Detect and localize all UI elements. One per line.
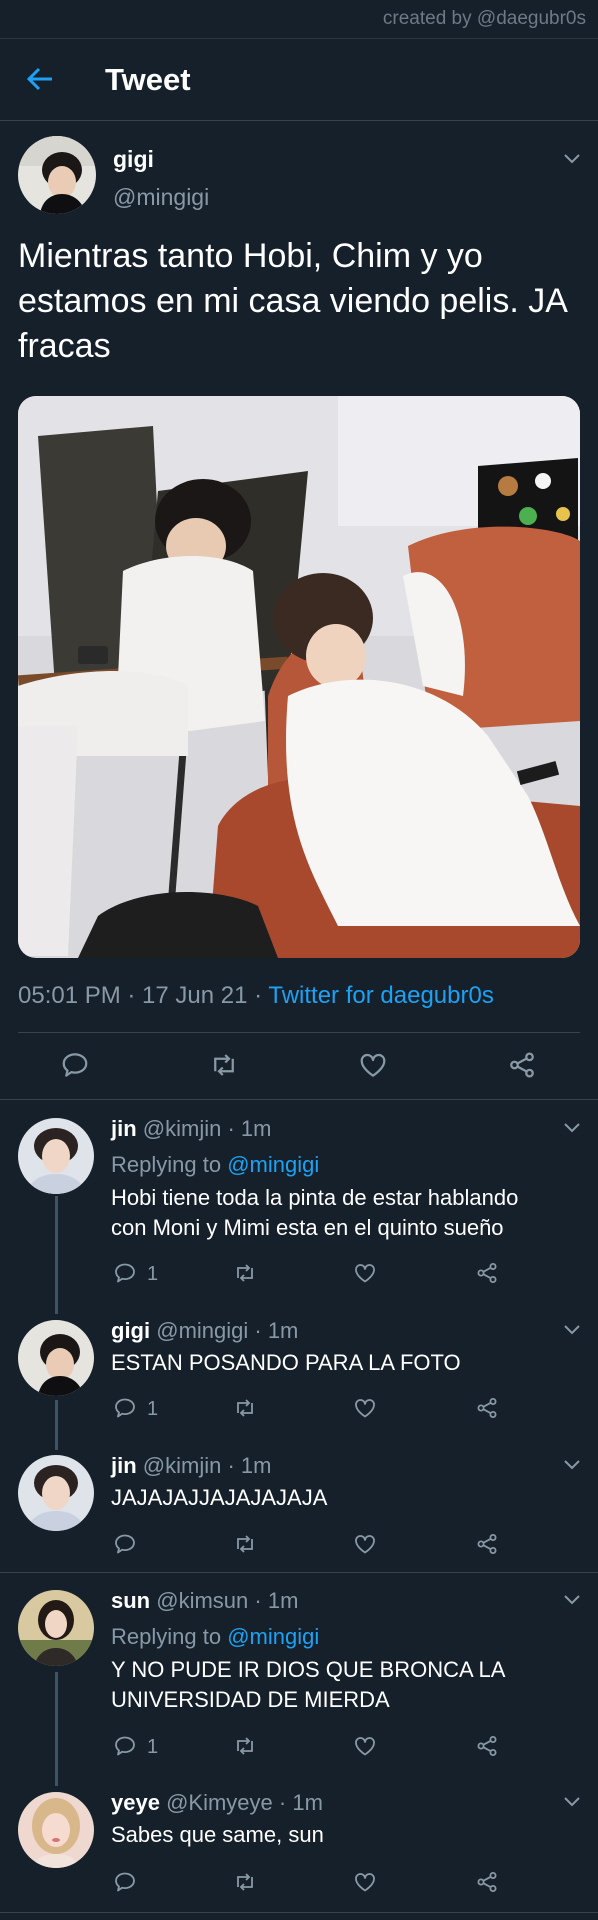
tweet-photo[interactable] (18, 396, 580, 958)
reply-time: · 1m (221, 1116, 272, 1141)
retweet-icon[interactable] (233, 1396, 257, 1420)
heart-icon[interactable] (353, 1734, 377, 1758)
reply-header: yeye @Kimyeye · 1m (111, 1790, 323, 1816)
reply-count: 1 (147, 1736, 159, 1758)
tweet-timestamp: 05:01 PM · 17 Jun 21 · (18, 982, 269, 1009)
author-name[interactable]: gigi (113, 146, 154, 173)
header-title: Tweet (105, 62, 191, 97)
reply-author-name[interactable]: gigi (111, 1318, 150, 1343)
reply-time: · 1m (272, 1790, 323, 1815)
reply-author-handle[interactable]: @kimsun (156, 1588, 248, 1613)
chevron-down-icon[interactable] (563, 1459, 581, 1471)
replying-to-label: Replying to (111, 1624, 228, 1649)
reply-text: Sabes que same, sun (111, 1820, 581, 1850)
chevron-down-icon[interactable] (563, 153, 581, 165)
retweet-icon[interactable] (233, 1532, 257, 1556)
retweet-icon[interactable] (233, 1261, 257, 1285)
reply-text: Y NO PUDE IR DIOS QUE BRONCA LA UNIVERSI… (111, 1655, 581, 1715)
reply-author-name[interactable]: yeye (111, 1790, 160, 1815)
retweet-icon[interactable] (233, 1734, 257, 1758)
replying-to-link[interactable]: @mingigi (227, 1152, 319, 1177)
reply-icon[interactable] (60, 1050, 90, 1080)
reply-text: JAJAJAJJAJAJAJAJA (111, 1483, 581, 1513)
tweet-text: Mientras tanto Hobi, Chim y yo estamos e… (18, 237, 567, 365)
divider (0, 1912, 598, 1913)
heart-icon[interactable] (353, 1532, 377, 1556)
replying-to: Replying to @mingigi (111, 1624, 319, 1650)
chevron-down-icon[interactable] (563, 1324, 581, 1336)
reply-author-name[interactable]: sun (111, 1588, 150, 1613)
reply-icon[interactable] (113, 1261, 137, 1285)
tweet-meta: 05:01 PM · 17 Jun 21 · Twitter for daegu… (18, 982, 494, 1010)
reply-text: Hobi tiene toda la pinta de estar hablan… (111, 1183, 581, 1243)
share-icon[interactable] (475, 1532, 499, 1556)
replying-to-link[interactable]: @mingigi (227, 1624, 319, 1649)
reply-text-line: Sabes que same, sun (111, 1822, 324, 1847)
avatar[interactable] (18, 1118, 94, 1194)
heart-icon[interactable] (353, 1870, 377, 1894)
reply-icon[interactable] (113, 1870, 137, 1894)
thread-line (55, 1196, 58, 1314)
reply-icon[interactable] (113, 1532, 137, 1556)
reply-text-line: ESTAN POSANDO PARA LA FOTO (111, 1350, 461, 1375)
reply-header: jin @kimjin · 1m (111, 1116, 271, 1142)
reply-header: gigi @mingigi · 1m (111, 1318, 298, 1344)
credit-bar: created by @daegubr0s (0, 0, 598, 39)
heart-icon[interactable] (358, 1050, 388, 1080)
retweet-icon[interactable] (233, 1870, 257, 1894)
replying-to-label: Replying to (111, 1152, 228, 1177)
share-icon[interactable] (475, 1734, 499, 1758)
chevron-down-icon[interactable] (563, 1796, 581, 1808)
reply-author-name[interactable]: jin (111, 1116, 137, 1141)
header: Tweet (0, 38, 598, 121)
reply-time: · 1m (248, 1588, 299, 1613)
reply-author-handle[interactable]: @kimjin (143, 1453, 222, 1478)
share-icon[interactable] (507, 1050, 537, 1080)
reply-text-line: Hobi tiene toda la pinta de estar hablan… (111, 1185, 519, 1210)
chevron-down-icon[interactable] (563, 1122, 581, 1134)
replying-to: Replying to @mingigi (111, 1152, 319, 1178)
heart-icon[interactable] (353, 1396, 377, 1420)
share-icon[interactable] (475, 1396, 499, 1420)
share-icon[interactable] (475, 1261, 499, 1285)
thread-line (55, 1400, 58, 1450)
avatar[interactable] (18, 1792, 94, 1868)
reply-text-line: Y NO PUDE IR DIOS QUE BRONCA LA (111, 1657, 506, 1682)
reply-header: sun @kimsun · 1m (111, 1588, 298, 1614)
reply-text: ESTAN POSANDO PARA LA FOTO (111, 1348, 581, 1378)
reply-time: · 1m (221, 1453, 272, 1478)
tweet-source-link[interactable]: Twitter for daegubr0s (268, 982, 493, 1009)
avatar[interactable] (18, 136, 96, 214)
reply-author-handle[interactable]: @mingigi (156, 1318, 248, 1343)
reply-icon[interactable] (113, 1734, 137, 1758)
divider (0, 1099, 598, 1100)
reply-header: jin @kimjin · 1m (111, 1453, 271, 1479)
reply-text-line: JAJAJAJJAJAJAJAJA (111, 1485, 328, 1510)
chevron-down-icon[interactable] (563, 1594, 581, 1606)
reply-author-handle[interactable]: @Kimyeye (166, 1790, 273, 1815)
reply-text-line: UNIVERSIDAD DE MIERDA (111, 1687, 390, 1712)
reply-count: 1 (147, 1263, 159, 1285)
divider (0, 1572, 598, 1573)
avatar[interactable] (18, 1320, 94, 1396)
reply-icon[interactable] (113, 1396, 137, 1420)
avatar[interactable] (18, 1590, 94, 1666)
share-icon[interactable] (475, 1870, 499, 1894)
thread-line (55, 1672, 58, 1786)
reply-author-handle[interactable]: @kimjin (143, 1116, 222, 1141)
reply-author-name[interactable]: jin (111, 1453, 137, 1478)
retweet-icon[interactable] (209, 1050, 239, 1080)
credit-text: created by @daegubr0s (382, 8, 586, 29)
author-handle[interactable]: @mingigi (113, 184, 209, 211)
divider (18, 1032, 580, 1033)
reply-count: 1 (147, 1398, 159, 1420)
reply-text-line: con Moni y Mimi esta en el quinto sueño (111, 1215, 504, 1240)
heart-icon[interactable] (353, 1261, 377, 1285)
avatar[interactable] (18, 1455, 94, 1531)
back-arrow-icon[interactable] (26, 66, 54, 92)
reply-time: · 1m (248, 1318, 299, 1343)
